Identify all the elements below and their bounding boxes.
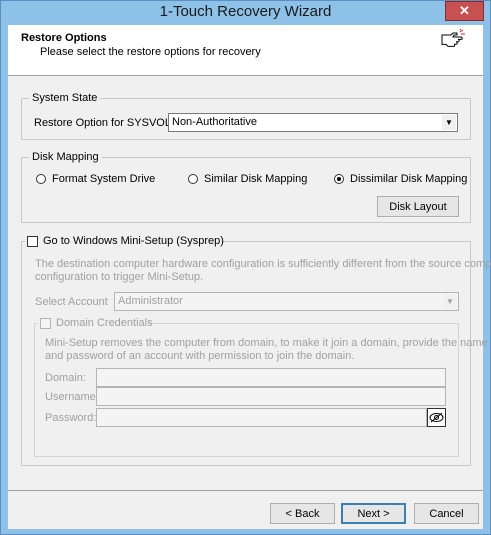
- radio-button[interactable]: [334, 174, 344, 184]
- domain-credentials-description-line2: and password of an account with permissi…: [45, 350, 355, 362]
- radio-label: Dissimilar Disk Mapping: [350, 173, 468, 185]
- mini-setup-group: Go to Windows Mini-Setup (Sysprep) The d…: [21, 235, 491, 466]
- title-bar[interactable]: 1-Touch Recovery Wizard ✕: [1, 1, 490, 25]
- page-title: Restore Options: [21, 32, 107, 44]
- domain-credentials-checkbox[interactable]: [40, 318, 51, 329]
- account-dropdown[interactable]: Administrator ▼: [114, 292, 459, 311]
- system-state-legend: System State: [29, 92, 101, 105]
- window-title: 1-Touch Recovery Wizard: [159, 3, 332, 20]
- sysvol-value: Non-Authoritative: [172, 116, 257, 128]
- radio-button[interactable]: [36, 174, 46, 184]
- sysvol-label: Restore Option for SYSVOL:: [34, 117, 175, 129]
- show-password-button[interactable]: [427, 408, 446, 427]
- disk-mapping-group: Disk Mapping Format System Drive Similar…: [21, 151, 471, 223]
- password-label: Password:: [45, 412, 97, 424]
- mini-setup-checkbox[interactable]: [27, 236, 38, 247]
- close-button[interactable]: ✕: [445, 1, 484, 21]
- wizard-header: Restore Options Please select the restor…: [8, 25, 483, 76]
- password-field[interactable]: [96, 408, 427, 427]
- cancel-button[interactable]: Cancel: [414, 503, 479, 524]
- mini-setup-description-line1: The destination computer hardware config…: [35, 258, 491, 270]
- domain-credentials-description-line1: Mini-Setup removes the computer from dom…: [45, 337, 488, 349]
- system-state-group: System State Restore Option for SYSVOL: …: [21, 92, 471, 140]
- radio-label: Format System Drive: [52, 173, 156, 185]
- radio-label: Similar Disk Mapping: [204, 173, 308, 185]
- domain-credentials-checkbox-row[interactable]: Domain Credentials: [38, 317, 153, 331]
- wizard-window: 1-Touch Recovery Wizard ✕ Restore Option…: [0, 0, 491, 535]
- domain-credentials-legend: Domain Credentials: [56, 317, 153, 329]
- username-label: Username:: [45, 391, 99, 403]
- chevron-down-icon[interactable]: ▼: [443, 294, 457, 309]
- footer-separator: [8, 490, 483, 491]
- username-field[interactable]: [96, 387, 446, 406]
- pointing-hand-icon: [441, 29, 465, 47]
- eye-slash-icon: [429, 412, 444, 423]
- mini-setup-legend: Go to Windows Mini-Setup (Sysprep): [43, 235, 224, 247]
- next-button[interactable]: Next >: [341, 503, 406, 524]
- page-subtitle: Please select the restore options for re…: [40, 46, 261, 58]
- sysvol-dropdown[interactable]: Non-Authoritative ▼: [168, 113, 458, 132]
- client-area: Restore Options Please select the restor…: [8, 25, 491, 529]
- chevron-down-icon[interactable]: ▼: [442, 115, 456, 130]
- radio-button[interactable]: [188, 174, 198, 184]
- back-button[interactable]: < Back: [270, 503, 335, 524]
- account-value: Administrator: [118, 295, 183, 307]
- disk-mapping-legend: Disk Mapping: [29, 151, 102, 164]
- select-account-label: Select Account: [35, 296, 108, 308]
- disk-layout-button[interactable]: Disk Layout: [377, 196, 459, 217]
- close-icon: ✕: [459, 3, 470, 18]
- mini-setup-description-line2: configuration to trigger Mini-Setup.: [35, 271, 204, 283]
- radio-similar-disk-mapping[interactable]: Similar Disk Mapping: [188, 173, 328, 187]
- domain-label: Domain:: [45, 372, 86, 384]
- domain-credentials-group: Domain Credentials Mini-Setup removes th…: [34, 317, 488, 457]
- mini-setup-checkbox-row[interactable]: Go to Windows Mini-Setup (Sysprep): [25, 235, 224, 249]
- radio-format-system-drive[interactable]: Format System Drive: [36, 173, 176, 187]
- domain-field[interactable]: [96, 368, 446, 387]
- radio-dissimilar-disk-mapping[interactable]: Dissimilar Disk Mapping: [334, 173, 470, 187]
